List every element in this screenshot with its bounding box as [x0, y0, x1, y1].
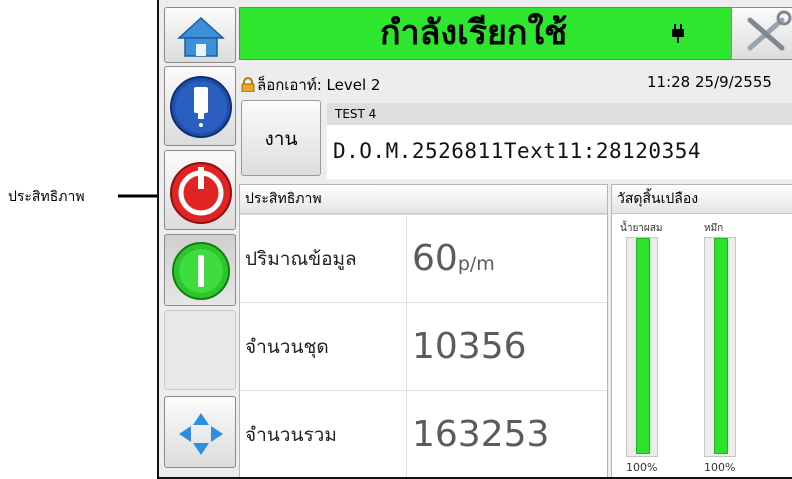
login-status[interactable]: ล็อกเอาท์: Level 2 [241, 73, 380, 97]
ink-label: หมึก [704, 223, 724, 234]
navigation-button[interactable] [164, 396, 236, 468]
job-button[interactable]: งาน [241, 100, 321, 176]
power-start-icon [172, 242, 230, 300]
batch-count-label: จำนวนชุด [245, 336, 329, 358]
performance-row: จำนวนรวม 163253 [240, 390, 607, 477]
login-text: ล็อกเอาท์: Level 2 [257, 76, 381, 94]
makeup-label: น้ำยาผสม [620, 223, 663, 234]
ink-level-gauge [704, 237, 736, 457]
stop-button[interactable] [164, 150, 236, 230]
performance-title: ประสิทธิภาพ [240, 185, 607, 214]
empty-side-slot [164, 310, 236, 390]
printer-info-button[interactable] [164, 66, 236, 146]
performance-row: จำนวนชุด 10356 [240, 302, 607, 391]
throughput-value: 60p/m [412, 238, 495, 279]
ink-level-percent: 100% [704, 461, 736, 474]
consumables-panel[interactable]: วัสดุสิ้นเปลือง น้ำยาผสม 100% หมึก 100% [611, 184, 792, 477]
home-icon [177, 16, 225, 57]
row-divider [406, 303, 407, 391]
makeup-level-gauge [626, 237, 658, 457]
plug-icon [672, 24, 684, 43]
tools-button[interactable] [731, 7, 792, 60]
job-message-text: D.O.M.2526811Text11:28120354 [333, 139, 702, 163]
batch-count-value: 10356 [412, 326, 527, 367]
printer-info-icon [170, 76, 232, 138]
start-button[interactable] [164, 234, 236, 306]
job-preview[interactable]: TEST 4 D.O.M.2526811Text11:28120354 [327, 103, 792, 179]
total-count-label: จำนวนรวม [245, 424, 337, 446]
consumables-title: วัสดุสิ้นเปลือง [612, 185, 792, 214]
makeup-level-fill [636, 238, 650, 454]
row-divider [406, 215, 407, 303]
tools-icon [747, 10, 792, 51]
printer-screen: กำลังเรียกใช้ ล็อกเอาท์: Level 2 11:28 2… [157, 0, 792, 479]
row-divider [406, 391, 407, 477]
ink-level-fill [714, 238, 728, 454]
throughput-unit: p/m [457, 253, 495, 275]
status-bar: กำลังเรียกใช้ [239, 7, 731, 60]
navigation-arrows-icon [179, 413, 223, 455]
makeup-level-percent: 100% [626, 461, 658, 474]
home-button[interactable] [164, 7, 236, 63]
lock-icon [241, 77, 255, 92]
total-count-value: 163253 [412, 414, 550, 455]
status-text: กำลังเรียกใช้ [380, 13, 568, 53]
power-stop-icon [170, 162, 232, 224]
job-name: TEST 4 [327, 103, 792, 125]
date-time: 11:28 25/9/2555 [647, 73, 772, 91]
throughput-label: ปริมาณข้อมูล [245, 248, 357, 270]
performance-row: ปริมาณข้อมูล 60p/m [240, 214, 607, 303]
performance-panel[interactable]: ประสิทธิภาพ ปริมาณข้อมูล 60p/m จำนวนชุด … [239, 184, 608, 477]
